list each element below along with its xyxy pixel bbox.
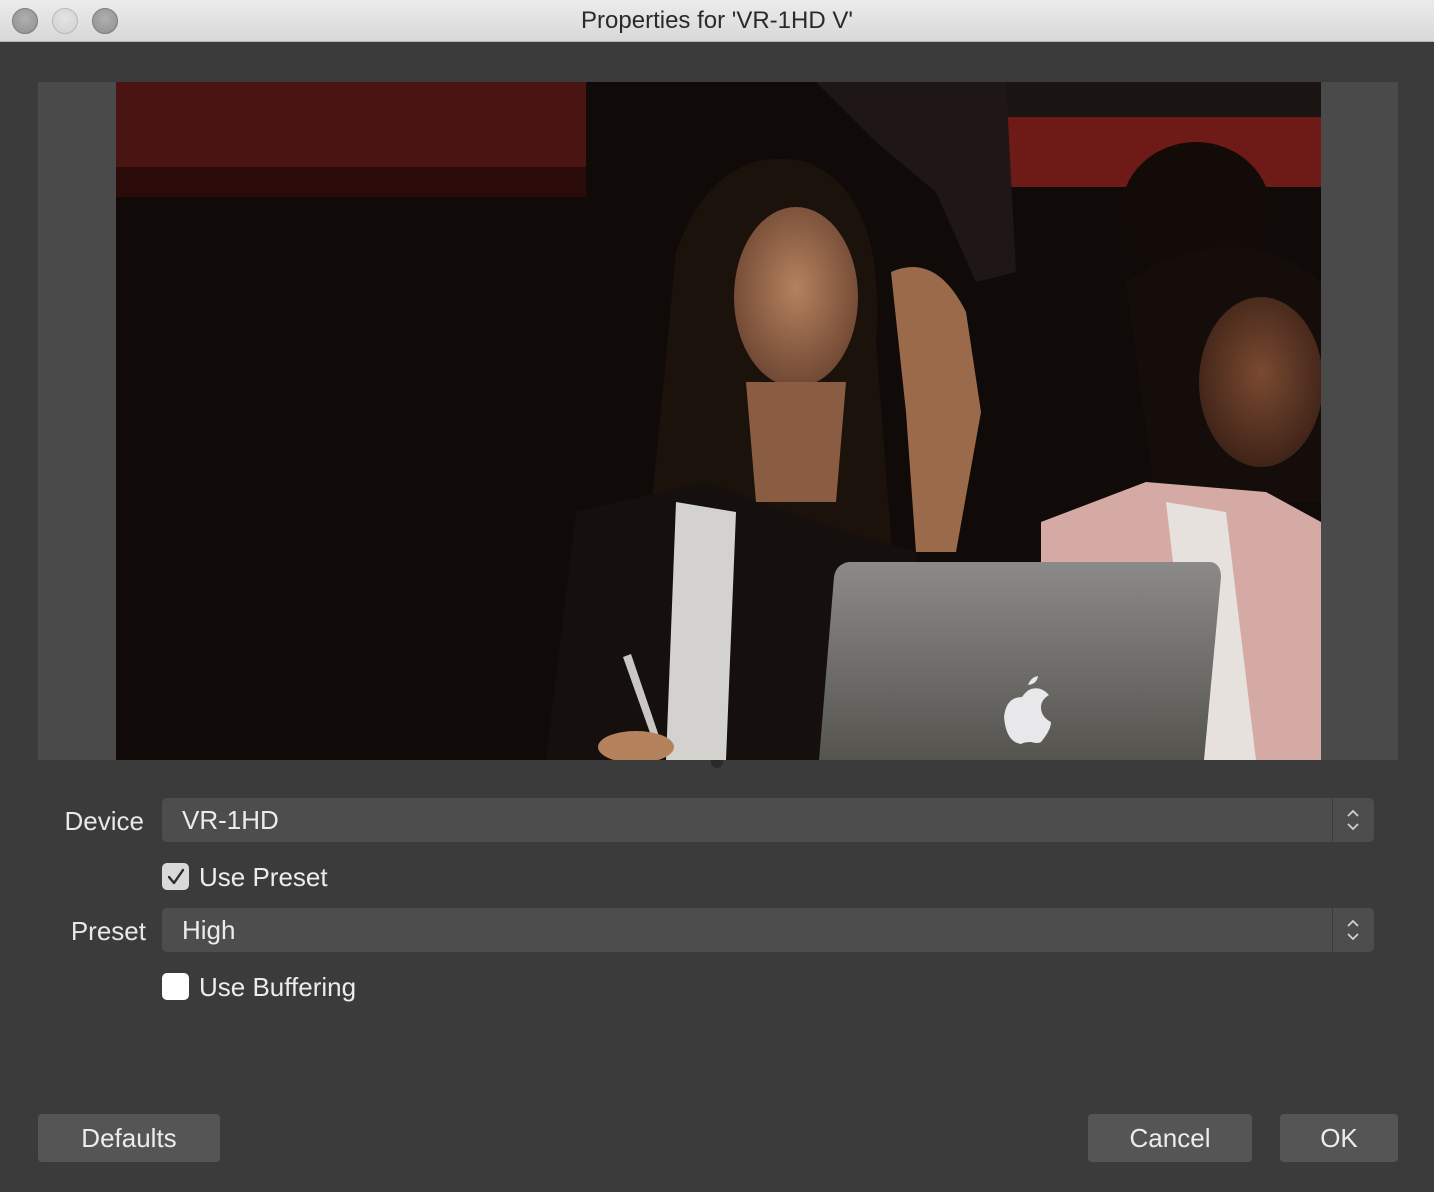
device-select[interactable]: VR-1HD [162,798,1374,842]
use-buffering-label: Use Buffering [199,972,357,1002]
chevron-up-down-icon [1347,919,1359,941]
device-label: Device [64,806,144,836]
window-title: Properties for 'VR-1HD V' [581,7,853,34]
preset-label: Preset [70,916,146,946]
use-preset-checkbox[interactable] [162,863,189,890]
chevron-up-down-icon [1347,809,1359,831]
use-buffering-checkbox[interactable] [162,973,189,1000]
use-preset-row[interactable]: Use Preset [162,862,462,892]
title-bar: Properties for 'VR-1HD V' [0,0,1434,42]
checkmark-icon [167,868,185,885]
properties-window: Properties for 'VR-1HD V' Device VR-1HD … [0,0,1434,1192]
use-buffering-row[interactable]: Use Buffering [162,972,482,1002]
cancel-button[interactable]: Cancel [1088,1114,1252,1162]
defaults-button[interactable]: Defaults [38,1114,220,1162]
use-preset-label: Use Preset [199,862,328,892]
camera-preview-image [116,82,1321,760]
ok-button[interactable]: OK [1280,1114,1398,1162]
preset-select-value: High [182,915,236,945]
device-select-value: VR-1HD [182,805,279,835]
preset-select[interactable]: High [162,908,1374,952]
preset-select-stepper[interactable] [1332,908,1374,952]
device-select-stepper[interactable] [1332,798,1374,842]
preview-splitter-handle[interactable] [711,760,723,768]
